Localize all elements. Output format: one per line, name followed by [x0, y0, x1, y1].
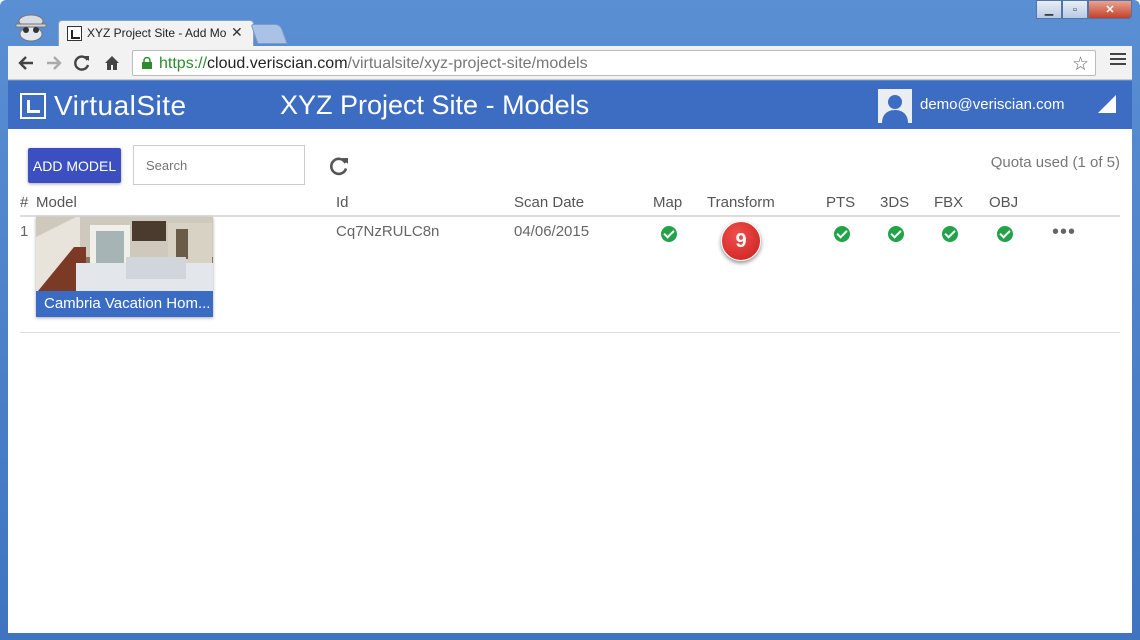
logo-text: VirtualSite — [54, 90, 187, 121]
step-callout-badge: 9 — [721, 221, 761, 261]
close-window-button[interactable]: ✕ — [1088, 0, 1132, 19]
col-fbx-header: FBX — [934, 194, 964, 211]
back-arrow-icon — [18, 56, 33, 70]
more-options-icon[interactable]: ••• — [1052, 221, 1076, 244]
home-icon — [105, 56, 119, 70]
window-controls: ▁ ▫ ✕ — [1036, 0, 1132, 19]
3ds-check-icon — [888, 226, 904, 242]
tab-title: XYZ Project Site - Add Mo — [87, 26, 227, 40]
model-name[interactable]: Cambria Vacation Hom... — [36, 291, 213, 317]
fbx-check-icon — [942, 226, 958, 242]
user-menu-toggle-icon[interactable] — [1098, 95, 1116, 113]
add-model-button[interactable]: ADD MODEL — [28, 148, 121, 183]
user-avatar-icon[interactable] — [878, 89, 912, 123]
url-scheme: https:// — [159, 55, 208, 72]
site-favicon-icon — [67, 26, 82, 41]
search-input[interactable] — [133, 145, 305, 185]
page-content: VirtualSite XYZ Project Site - Models de… — [8, 81, 1132, 633]
browser-tab-active[interactable]: XYZ Project Site - Add Mo ✕ — [58, 20, 254, 46]
virtualsite-logo[interactable]: VirtualSite — [20, 90, 187, 121]
tab-close-icon[interactable]: ✕ — [231, 24, 243, 41]
new-tab-button[interactable] — [250, 24, 288, 44]
model-thumbnail[interactable]: Cambria Vacation Hom... — [36, 217, 213, 317]
browser-menu-icon[interactable] — [1110, 53, 1126, 69]
col-transform-header: Transform — [707, 194, 775, 211]
url-text: https://cloud.veriscian.com/virtualsite/… — [159, 55, 588, 73]
col-pts-header: PTS — [826, 194, 856, 211]
model-id: Cq7NzRULC8n — [336, 223, 440, 240]
col-scan-date-header[interactable]: Scan Date — [514, 194, 584, 211]
reload-icon — [74, 55, 90, 71]
incognito-icon — [15, 14, 47, 42]
address-bar[interactable]: https://cloud.veriscian.com/virtualsite/… — [132, 50, 1096, 76]
col-index-header: # — [20, 194, 29, 211]
user-email[interactable]: demo@veriscian.com — [920, 96, 1064, 113]
bookmark-star-icon[interactable]: ☆ — [1072, 53, 1089, 76]
home-button[interactable] — [100, 51, 124, 75]
forward-button[interactable] — [42, 51, 66, 75]
obj-check-icon — [997, 226, 1013, 242]
logo-mark-icon — [20, 93, 46, 119]
browser-window: XYZ Project Site - Add Mo ✕ ▁ ▫ ✕ https:… — [0, 0, 1140, 640]
map-check-icon — [661, 226, 677, 242]
scan-date: 04/06/2015 — [514, 223, 590, 240]
lock-icon — [142, 57, 152, 69]
refresh-icon[interactable] — [328, 155, 350, 177]
pts-check-icon — [834, 226, 850, 242]
minimize-button[interactable]: ▁ — [1036, 0, 1062, 19]
url-path: /virtualsite/xyz-project-site/models — [347, 55, 588, 72]
url-host: cloud.veriscian.com — [207, 55, 348, 72]
reload-button[interactable] — [70, 51, 94, 75]
col-3ds-header: 3DS — [880, 194, 910, 211]
col-map-header: Map — [653, 194, 683, 211]
table-row[interactable]: 1 Cambria Vacation Hom... Cq7NzRULC8n 04… — [20, 217, 1120, 333]
quota-text: Quota used (1 of 5) — [990, 154, 1120, 171]
col-model-header[interactable]: Model — [36, 194, 77, 211]
table-header: # Model Id Scan Date Map Transform PTS 3… — [20, 191, 1120, 217]
col-id-header[interactable]: Id — [336, 194, 349, 211]
app-header: VirtualSite XYZ Project Site - Models de… — [8, 81, 1132, 129]
browser-toolbar: https://cloud.veriscian.com/virtualsite/… — [8, 46, 1132, 80]
back-button[interactable] — [14, 51, 38, 75]
browser-titlebar: XYZ Project Site - Add Mo ✕ ▁ ▫ ✕ — [0, 0, 1140, 46]
page-title: XYZ Project Site - Models — [280, 90, 590, 120]
forward-arrow-icon — [47, 56, 62, 70]
row-index: 1 — [20, 223, 29, 240]
maximize-button[interactable]: ▫ — [1062, 0, 1088, 19]
col-obj-header: OBJ — [989, 194, 1019, 211]
